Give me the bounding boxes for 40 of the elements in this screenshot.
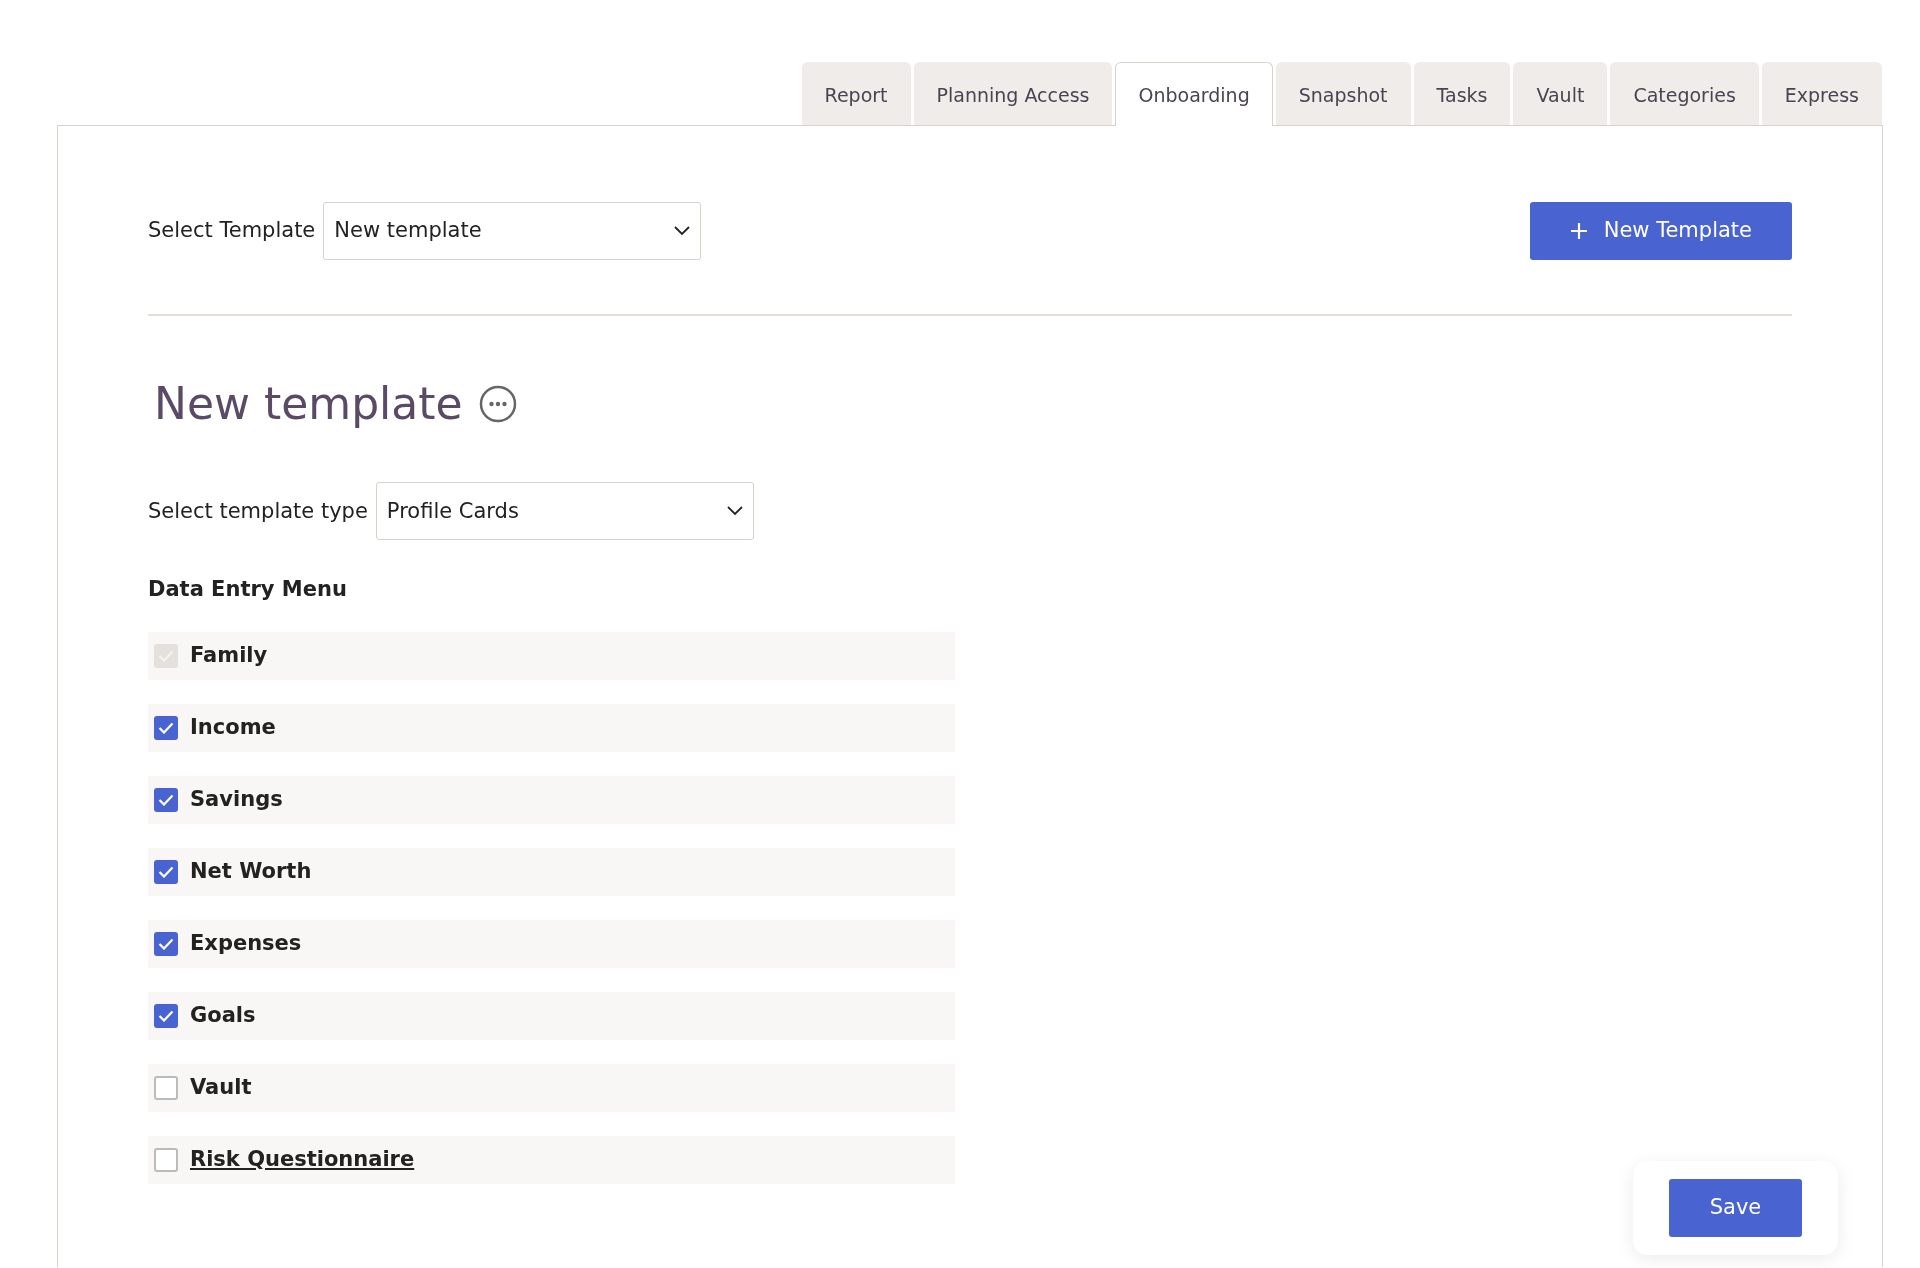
template-dropdown[interactable]: New template <box>323 201 702 260</box>
menu-item-link[interactable]: Risk Questionnaire <box>190 1144 415 1176</box>
menu-item-label: Family <box>190 642 268 670</box>
menu-item-label: Income <box>190 714 276 742</box>
checkmark-icon <box>158 865 174 878</box>
menu-item-label: Vault <box>190 1074 252 1102</box>
tab[interactable]: Express <box>1761 62 1882 126</box>
checkbox[interactable] <box>154 1147 178 1172</box>
menu-item-label: Savings <box>190 786 283 814</box>
tab[interactable]: Vault <box>1513 62 1608 126</box>
template-type-dropdown[interactable]: Profile Cards <box>375 482 754 541</box>
menu-item-label: Net Worth <box>190 858 312 886</box>
menu-item-label: Expenses <box>190 930 302 958</box>
tab[interactable]: Tasks <box>1413 62 1511 126</box>
checkmark-icon <box>158 937 174 950</box>
checkmark-icon <box>158 1009 174 1022</box>
new-template-button[interactable]: New Template <box>1529 201 1792 260</box>
checkbox[interactable] <box>154 1003 178 1028</box>
menu-item-label: Goals <box>190 1002 256 1030</box>
checkbox[interactable] <box>154 715 178 740</box>
chevron-down-icon <box>726 506 743 517</box>
checkmark-icon <box>158 793 174 806</box>
tab[interactable]: Snapshot <box>1275 62 1411 126</box>
checkmark-icon <box>158 721 174 734</box>
tab[interactable]: Categories <box>1610 62 1759 126</box>
checkbox[interactable] <box>154 859 178 884</box>
plus-icon <box>1569 221 1588 240</box>
checkbox[interactable] <box>154 1075 178 1100</box>
more-options-icon[interactable] <box>478 384 517 423</box>
checkbox[interactable] <box>154 787 178 812</box>
tab[interactable]: Planning Access <box>913 62 1113 126</box>
template-type-label: Select template type <box>148 497 368 525</box>
select-template-label: Select Template <box>148 216 316 244</box>
tab[interactable]: Onboarding <box>1115 62 1273 126</box>
tab[interactable]: Report <box>801 62 911 126</box>
checkbox[interactable] <box>154 931 178 956</box>
save-button[interactable]: Save <box>1669 1178 1802 1237</box>
template-title: New template <box>154 377 463 431</box>
section-heading: Data Entry Menu <box>148 576 348 604</box>
chevron-down-icon <box>674 225 691 236</box>
